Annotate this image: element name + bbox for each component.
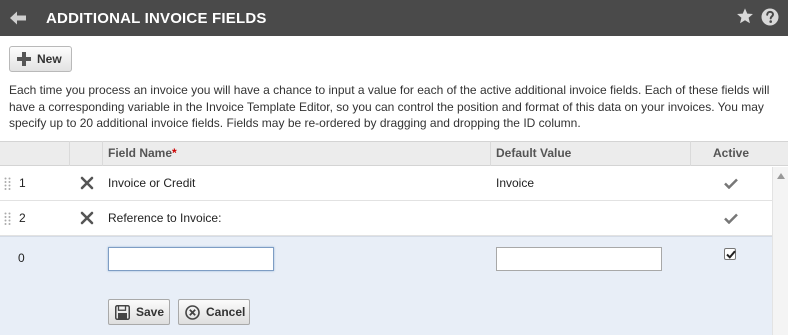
drag-handle-icon[interactable] — [4, 212, 11, 225]
active-checkbox[interactable] — [724, 248, 736, 260]
field-name-cell: Reference to Invoice: — [108, 211, 222, 225]
description-text: Each time you process an invoice you wil… — [9, 83, 770, 130]
delete-icon[interactable] — [80, 211, 94, 225]
delete-icon[interactable] — [80, 176, 94, 190]
field-name-cell: Invoice or Credit — [108, 176, 196, 190]
row-id: 1 — [19, 176, 26, 190]
save-button[interactable]: Save — [108, 299, 170, 325]
back-arrow-icon[interactable] — [9, 10, 27, 26]
row-id: 2 — [19, 211, 26, 225]
active-check-icon — [724, 178, 738, 189]
cancel-button[interactable]: Cancel — [178, 299, 250, 325]
new-button[interactable]: New — [9, 46, 72, 72]
title-bar: ADDITIONAL INVOICE FIELDS — [0, 0, 788, 36]
table-scrollbar[interactable] — [772, 167, 788, 335]
table-header: Field Name* Default Value Active — [0, 141, 788, 166]
new-field-edit-row: 0 Save Cancel — [0, 236, 772, 335]
required-marker: * — [172, 146, 177, 160]
help-icon[interactable] — [761, 8, 779, 26]
default-value-input[interactable] — [496, 247, 662, 271]
new-button-label: New — [37, 52, 62, 66]
fields-table: Field Name* Default Value Active 1 Invoi… — [0, 141, 788, 335]
drag-handle-icon[interactable] — [4, 177, 11, 190]
scroll-up-arrow-icon[interactable] — [777, 173, 785, 179]
star-icon[interactable] — [736, 7, 754, 25]
column-header-default-value[interactable]: Default Value — [496, 142, 571, 165]
default-value-cell: Invoice — [496, 176, 535, 190]
column-header-active[interactable]: Active — [713, 142, 749, 165]
table-row[interactable]: 1 Invoice or Credit Invoice — [0, 166, 772, 201]
plus-icon — [17, 52, 31, 66]
checkbox-check-icon — [726, 250, 736, 259]
save-button-label: Save — [136, 305, 165, 319]
column-header-field-name[interactable]: Field Name* — [108, 142, 177, 165]
table-row[interactable]: 2 Reference to Invoice: — [0, 201, 772, 236]
row-id: 0 — [18, 251, 25, 265]
cancel-button-label: Cancel — [206, 305, 246, 319]
active-check-icon — [724, 213, 738, 224]
page-title: ADDITIONAL INVOICE FIELDS — [46, 10, 267, 27]
cancel-icon — [185, 304, 200, 320]
field-name-input[interactable] — [108, 247, 274, 271]
save-icon — [115, 304, 130, 320]
